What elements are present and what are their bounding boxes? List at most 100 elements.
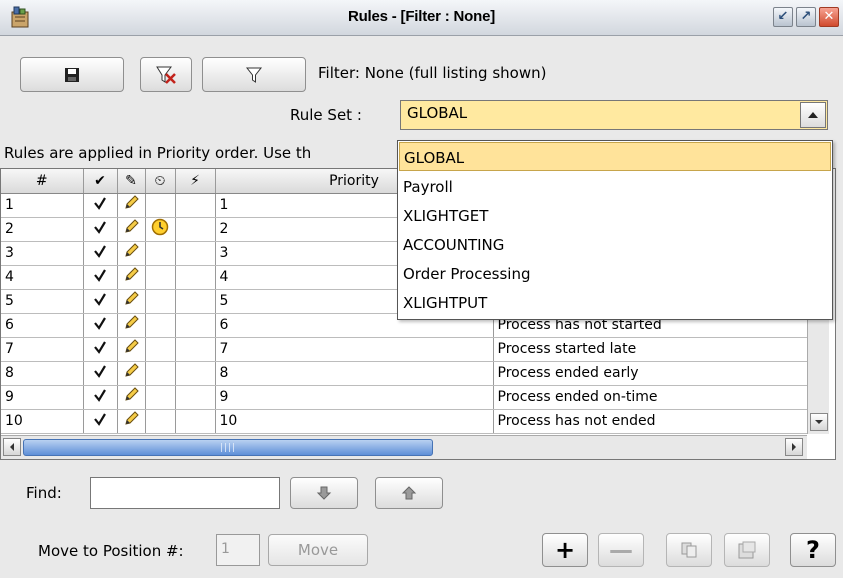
rule-set-option-accounting[interactable]: ACCOUNTING	[399, 230, 831, 259]
row-action-cell	[175, 385, 216, 410]
row-action-cell	[175, 217, 216, 242]
row-clock-cell	[145, 337, 176, 362]
rule-set-option-global[interactable]: GLOBAL	[399, 142, 831, 171]
row-enabled-cell[interactable]	[83, 193, 118, 218]
check-icon	[94, 197, 106, 210]
table-row[interactable]: 9 9 Process ended on-time	[1, 385, 808, 410]
find-next-button[interactable]	[290, 477, 358, 509]
row-edit-cell[interactable]	[117, 193, 146, 218]
row-clock-cell	[145, 193, 176, 218]
col-header-number[interactable]: #	[1, 169, 84, 194]
add-rule-button[interactable]: +	[542, 533, 588, 567]
row-edit-cell[interactable]	[117, 265, 146, 290]
check-icon	[94, 365, 106, 378]
check-icon	[94, 245, 106, 258]
row-description: Process ended on-time	[493, 385, 808, 410]
row-enabled-cell[interactable]	[83, 409, 118, 434]
save-button[interactable]	[20, 57, 124, 92]
row-enabled-cell[interactable]	[83, 265, 118, 290]
funnel-icon	[245, 67, 263, 83]
help-button[interactable]: ?	[790, 533, 836, 567]
window-title: Rules - [Filter : None]	[347, 8, 496, 25]
row-priority: 10	[215, 409, 494, 434]
table-row[interactable]: 10 10 Process has not ended	[1, 409, 808, 434]
find-previous-button[interactable]	[375, 477, 443, 509]
scroll-right-button[interactable]	[785, 438, 803, 456]
chevron-left-icon	[10, 443, 14, 451]
copy-rule-button[interactable]	[666, 533, 712, 567]
row-description: Process ended early	[493, 361, 808, 386]
find-label: Find:	[26, 484, 62, 502]
row-edit-cell[interactable]	[117, 361, 146, 386]
clear-filter-icon	[156, 66, 176, 84]
arrow-up-icon	[401, 486, 417, 500]
row-action-cell	[175, 241, 216, 266]
table-row[interactable]: 7 7 Process started late	[1, 337, 808, 362]
row-edit-cell[interactable]	[117, 385, 146, 410]
row-priority: 7	[215, 337, 494, 362]
row-action-cell	[175, 193, 216, 218]
pencil-icon	[125, 267, 139, 281]
rule-set-option-payroll[interactable]: Payroll	[399, 172, 831, 201]
floppy-disk-icon	[65, 67, 79, 82]
rule-set-select[interactable]: GLOBAL	[400, 100, 828, 130]
row-enabled-cell[interactable]	[83, 241, 118, 266]
clock-icon	[151, 218, 169, 236]
row-number: 2	[1, 217, 84, 242]
rule-set-option-xlightget[interactable]: XLIGHTGET	[399, 201, 831, 230]
clear-filter-button[interactable]	[140, 57, 192, 92]
pencil-icon	[125, 363, 139, 377]
row-action-cell	[175, 409, 216, 434]
col-header-enabled-icon[interactable]: ✔	[83, 169, 118, 194]
horizontal-scrollbar[interactable]: ||||	[1, 435, 807, 459]
rule-set-option-xlightput[interactable]: XLIGHTPUT	[399, 288, 831, 317]
scroll-left-button[interactable]	[3, 438, 21, 456]
row-enabled-cell[interactable]	[83, 361, 118, 386]
col-header-action-icon[interactable]: ⚡	[175, 169, 216, 194]
row-edit-cell[interactable]	[117, 217, 146, 242]
row-number: 6	[1, 313, 84, 338]
arrow-down-icon	[316, 486, 332, 500]
check-icon	[94, 413, 106, 426]
col-header-clock-icon[interactable]: ⏲	[145, 169, 176, 194]
maximize-button[interactable]: ↗	[796, 7, 816, 27]
horizontal-scroll-thumb[interactable]: ||||	[23, 439, 433, 456]
check-icon	[94, 317, 106, 330]
remove-rule-button[interactable]: —	[598, 533, 644, 567]
row-enabled-cell[interactable]	[83, 337, 118, 362]
find-input[interactable]	[90, 477, 280, 509]
rule-set-option-order-processing[interactable]: Order Processing	[399, 259, 831, 288]
pencil-icon	[125, 243, 139, 257]
col-header-edit-icon[interactable]: ✎	[117, 169, 146, 194]
chevron-right-icon	[792, 443, 796, 451]
check-icon	[94, 293, 106, 306]
close-button[interactable]: ✕	[819, 7, 839, 27]
row-edit-cell[interactable]	[117, 289, 146, 314]
row-enabled-cell[interactable]	[83, 289, 118, 314]
row-enabled-cell[interactable]	[83, 217, 118, 242]
info-text: Rules are applied in Priority order. Use…	[4, 144, 312, 162]
pencil-icon	[125, 291, 139, 305]
row-description: Process started late	[493, 337, 808, 362]
row-enabled-cell[interactable]	[83, 313, 118, 338]
scroll-down-button[interactable]	[810, 413, 828, 431]
row-edit-cell[interactable]	[117, 313, 146, 338]
row-clock-cell	[145, 409, 176, 434]
row-number: 5	[1, 289, 84, 314]
filter-button[interactable]	[202, 57, 306, 92]
table-row[interactable]: 8 8 Process ended early	[1, 361, 808, 386]
row-clock-cell	[145, 217, 176, 242]
minimize-button[interactable]: ↙	[773, 7, 793, 27]
move-button[interactable]: Move	[268, 534, 368, 566]
row-number: 7	[1, 337, 84, 362]
rule-properties-button[interactable]	[724, 533, 770, 567]
row-action-cell	[175, 337, 216, 362]
row-edit-cell[interactable]	[117, 241, 146, 266]
check-icon	[94, 341, 106, 354]
rule-set-dropdown-button[interactable]	[800, 102, 826, 128]
row-edit-cell[interactable]	[117, 337, 146, 362]
move-position-input[interactable]: 1	[216, 534, 260, 566]
row-clock-cell	[145, 289, 176, 314]
row-enabled-cell[interactable]	[83, 385, 118, 410]
row-edit-cell[interactable]	[117, 409, 146, 434]
